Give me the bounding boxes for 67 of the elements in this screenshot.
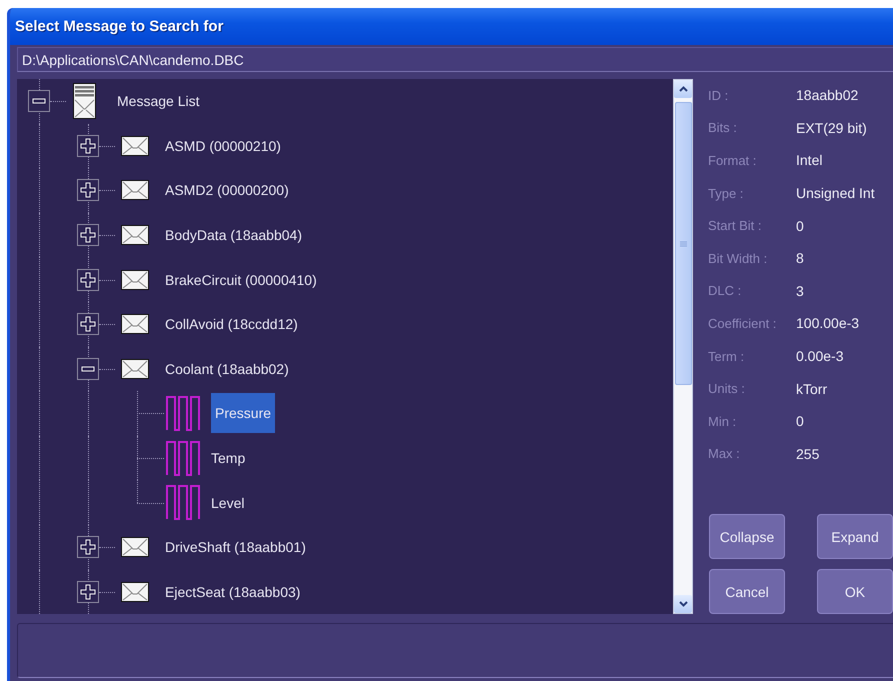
dialog-button[interactable]: Cancel bbox=[709, 569, 785, 614]
field-label: Type : bbox=[708, 186, 744, 201]
field-value: 0.00e-3 bbox=[796, 348, 844, 364]
field-value: 255 bbox=[796, 446, 820, 462]
expand-toggle[interactable] bbox=[77, 224, 99, 246]
envelope-icon bbox=[121, 582, 149, 602]
field-value: 18aabb02 bbox=[796, 87, 858, 104]
field-label: Coefficient : bbox=[708, 316, 778, 331]
field-value: Intel bbox=[796, 152, 822, 168]
envelope-icon bbox=[121, 225, 149, 246]
collapse-toggle[interactable] bbox=[77, 358, 99, 380]
tree-item-label[interactable]: Level bbox=[211, 494, 244, 511]
field-value: 3 bbox=[796, 282, 804, 299]
field-value: 0 bbox=[796, 218, 804, 234]
envelope-icon bbox=[121, 136, 149, 156]
envelope-icon bbox=[121, 358, 149, 379]
tree-item-label[interactable]: BrakeCircuit (00000410) bbox=[165, 272, 317, 288]
field-label: DLC : bbox=[708, 283, 742, 298]
field-label: Bit Width : bbox=[708, 250, 768, 266]
envelope-icon bbox=[121, 314, 149, 334]
envelope-icon bbox=[121, 537, 149, 558]
tree-item-label[interactable]: EjectSeat (18aabb03) bbox=[165, 584, 300, 600]
expand-toggle[interactable] bbox=[77, 313, 99, 336]
expand-toggle[interactable] bbox=[77, 134, 99, 157]
collapse-toggle[interactable] bbox=[28, 90, 50, 112]
scroll-down-icon[interactable] bbox=[674, 595, 692, 613]
tree-item-label[interactable]: ASMD (00000210) bbox=[165, 138, 281, 154]
tree-item-label[interactable]: ASMD2 (00000200) bbox=[165, 182, 289, 198]
field-label: Format : bbox=[708, 152, 758, 168]
signal-wave-icon bbox=[166, 396, 201, 431]
expand-toggle[interactable] bbox=[77, 179, 99, 202]
dialog-button[interactable]: OK bbox=[817, 569, 893, 614]
file-path: D:\Applications\CAN\candemo.DBC bbox=[17, 47, 893, 72]
tree-item-label[interactable]: Pressure bbox=[211, 393, 276, 434]
signal-wave-icon bbox=[166, 485, 201, 520]
field-value: EXT(29 bit) bbox=[796, 120, 867, 136]
field-label: Bits : bbox=[708, 120, 738, 136]
field-label: ID : bbox=[708, 88, 730, 103]
expand-toggle[interactable] bbox=[77, 580, 99, 603]
field-label: Start Bit : bbox=[708, 218, 762, 234]
tree-item-label[interactable]: Message List bbox=[117, 93, 200, 110]
tree-item-label[interactable]: CollAvoid (18ccdd12) bbox=[165, 316, 298, 332]
signal-wave-icon bbox=[166, 440, 201, 476]
field-label: Min : bbox=[708, 414, 738, 429]
field-label: Units : bbox=[708, 381, 746, 396]
scroll-thumb[interactable] bbox=[674, 102, 692, 385]
dialog-button[interactable]: Collapse bbox=[709, 514, 785, 559]
field-value: kTorr bbox=[796, 380, 828, 397]
field-value: 8 bbox=[796, 250, 804, 266]
envelope-icon bbox=[121, 270, 149, 290]
window-title: Select Message to Search for bbox=[15, 18, 224, 35]
message-list-icon bbox=[73, 83, 96, 120]
expand-toggle[interactable] bbox=[77, 268, 99, 291]
field-value: Unsigned Int bbox=[796, 185, 875, 202]
tree-item-label[interactable]: BodyData (18aabb04) bbox=[165, 227, 302, 244]
expand-toggle[interactable] bbox=[77, 536, 99, 558]
envelope-icon bbox=[121, 180, 149, 200]
dialog-button[interactable]: Expand bbox=[817, 514, 893, 559]
tree-item-label[interactable]: Temp bbox=[211, 450, 246, 466]
tree-item-label[interactable]: DriveShaft (18aabb01) bbox=[165, 539, 306, 556]
scroll-up-icon[interactable] bbox=[674, 80, 692, 98]
tree-item-label[interactable]: Coolant (18aabb02) bbox=[165, 360, 289, 377]
field-label: Max : bbox=[708, 446, 741, 462]
scrollbar[interactable] bbox=[673, 79, 693, 614]
field-value: 0 bbox=[796, 413, 804, 430]
field-label: Term : bbox=[708, 348, 746, 364]
field-value: 100.00e-3 bbox=[796, 315, 860, 332]
